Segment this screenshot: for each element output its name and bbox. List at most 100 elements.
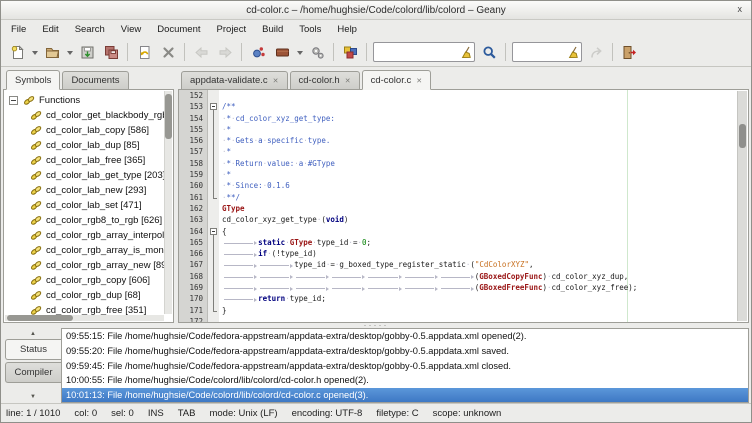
symbol-item[interactable]: cd_color_rgb_free [351] [4, 303, 164, 315]
scrollbar-thumb[interactable] [165, 94, 172, 139]
goto-line-entry-input[interactable] [516, 45, 568, 59]
sidebar-vertical-scrollbar[interactable] [164, 91, 172, 314]
code-line-156[interactable]: 156·*·Gets·a·specific·type. [179, 135, 738, 146]
code-line-166[interactable]: 166if·(!type_id) [179, 248, 738, 259]
code-line-162[interactable]: 162GType [179, 203, 738, 214]
tab-close-icon[interactable]: ✕ [416, 77, 422, 85]
message-tab-compiler[interactable]: Compiler [5, 362, 61, 383]
scrollbar-thumb[interactable] [7, 315, 73, 321]
status-message-row[interactable]: 09:55:20: File /home/hughsie/Code/fedora… [62, 344, 748, 359]
line-number[interactable]: 170 [179, 293, 208, 304]
symbol-item[interactable]: cd_color_rgb_dup [68] [4, 288, 164, 303]
line-number[interactable]: 157 [179, 146, 208, 157]
color-chooser-button[interactable] [338, 40, 362, 64]
symbol-item[interactable]: cd_color_rgb_array_interpolate [9 [4, 228, 164, 243]
save-all-button[interactable] [99, 40, 123, 64]
status-message-row[interactable]: 09:59:45: File /home/hughsie/Code/fedora… [62, 358, 748, 373]
sidebar-tab-symbols[interactable]: Symbols [6, 70, 60, 90]
fold-marker-icon[interactable] [208, 101, 219, 112]
line-number[interactable]: 154 [179, 113, 208, 124]
tree-root-functions[interactable]: Functions [4, 93, 164, 108]
symbol-item[interactable]: cd_color_lab_free [365] [4, 153, 164, 168]
new-file-button[interactable] [5, 40, 29, 64]
symbol-item[interactable]: cd_color_rgb8_to_rgb [626] [4, 213, 164, 228]
line-number[interactable]: 153 [179, 101, 208, 112]
code-line-167[interactable]: 167type_id·=·g_boxed_type_register_stati… [179, 259, 738, 270]
code-line-155[interactable]: 155·* [179, 124, 738, 135]
menu-item-build[interactable]: Build [254, 22, 291, 37]
line-number[interactable]: 161 [179, 192, 208, 203]
broom-icon[interactable] [568, 46, 579, 59]
tab-close-icon[interactable]: ✕ [345, 77, 351, 85]
code-line-168[interactable]: 168(GBoxedCopyFunc)·cd_color_xyz_dup, [179, 271, 738, 282]
tab-close-icon[interactable]: ✕ [273, 77, 279, 85]
code-line-172[interactable]: 172 [179, 316, 738, 322]
line-number[interactable]: 160 [179, 180, 208, 191]
code-line-170[interactable]: 170return·type_id; [179, 293, 738, 304]
symbol-item[interactable]: cd_color_rgb_array_new [896] [4, 258, 164, 273]
code-line-164[interactable]: 164{ [179, 226, 738, 237]
status-message-row[interactable]: 10:00:55: File /home/hughsie/Code/colord… [62, 373, 748, 388]
line-number[interactable]: 162 [179, 203, 208, 214]
line-number[interactable]: 168 [179, 271, 208, 282]
symbol-item[interactable]: cd_color_get_blackbody_rgb [99 [4, 108, 164, 123]
menu-item-tools[interactable]: Tools [291, 22, 329, 37]
open-file-button[interactable] [40, 40, 64, 64]
code-line-157[interactable]: 157·* [179, 146, 738, 157]
code-line-158[interactable]: 158·*·Return·value:·a·#GType [179, 158, 738, 169]
goto-line-button[interactable] [584, 40, 608, 64]
open-file-dropdown[interactable] [64, 40, 75, 64]
line-number[interactable]: 166 [179, 248, 208, 259]
symbol-item[interactable]: cd_color_lab_set [471] [4, 198, 164, 213]
code-line-153[interactable]: 153/** [179, 101, 738, 112]
menu-item-search[interactable]: Search [67, 22, 113, 37]
close-button[interactable] [156, 40, 180, 64]
menu-item-project[interactable]: Project [209, 22, 255, 37]
revert-button[interactable] [132, 40, 156, 64]
symbol-item[interactable]: cd_color_rgb_copy [606] [4, 273, 164, 288]
line-number[interactable]: 164 [179, 226, 208, 237]
sidebar-horizontal-scrollbar[interactable] [5, 315, 164, 321]
menu-item-help[interactable]: Help [329, 22, 365, 37]
line-number[interactable]: 152 [179, 90, 208, 101]
execute-button[interactable] [305, 40, 329, 64]
collapse-expander-icon[interactable] [9, 96, 18, 105]
new-file-dropdown[interactable] [29, 40, 40, 64]
editor-tab-appdata-validate-c[interactable]: appdata-validate.c✕ [181, 71, 288, 90]
search-button[interactable] [477, 40, 501, 64]
status-message-row[interactable]: 09:55:15: File /home/hughsie/Code/fedora… [62, 329, 748, 344]
line-number[interactable]: 169 [179, 282, 208, 293]
code-line-159[interactable]: 159·* [179, 169, 738, 180]
status-message-row[interactable]: 10:01:13: File /home/hughsie/Code/colord… [62, 388, 748, 403]
build-dropdown[interactable] [294, 40, 305, 64]
navigate-forward-button[interactable] [213, 40, 237, 64]
tab-scroll-down-icon[interactable]: ▼ [5, 392, 61, 402]
code-line-169[interactable]: 169(GBoxedFreeFunc)·cd_color_xyz_free); [179, 282, 738, 293]
search-entry-input[interactable] [377, 45, 461, 59]
goto-line-entry[interactable] [512, 42, 582, 62]
line-number[interactable]: 167 [179, 259, 208, 270]
line-number[interactable]: 172 [179, 316, 208, 322]
code-area[interactable]: 152153/**154·*·cd_color_xyz_get_type:155… [179, 90, 738, 322]
save-button[interactable] [75, 40, 99, 64]
editor-tab-cd-color-c[interactable]: cd-color.c✕ [362, 70, 432, 90]
menu-item-edit[interactable]: Edit [34, 22, 66, 37]
message-tab-status[interactable]: Status [5, 339, 61, 360]
line-number[interactable]: 165 [179, 237, 208, 248]
code-line-165[interactable]: 165static·GType·type_id·=·0; [179, 237, 738, 248]
menu-item-document[interactable]: Document [149, 22, 208, 37]
navigate-back-button[interactable] [189, 40, 213, 64]
editor-vertical-scrollbar[interactable] [737, 91, 747, 321]
symbol-item[interactable]: cd_color_lab_get_type [203] [4, 168, 164, 183]
build-button[interactable] [270, 40, 294, 64]
code-line-161[interactable]: 161·**/ [179, 192, 738, 203]
sidebar-tab-documents[interactable]: Documents [62, 71, 128, 90]
compile-button[interactable] [246, 40, 270, 64]
symbol-item[interactable]: cd_color_lab_new [293] [4, 183, 164, 198]
symbol-item[interactable]: cd_color_lab_dup [85] [4, 138, 164, 153]
scrollbar-thumb[interactable] [739, 124, 746, 148]
line-number[interactable]: 158 [179, 158, 208, 169]
menu-item-file[interactable]: File [3, 22, 34, 37]
line-number[interactable]: 155 [179, 124, 208, 135]
line-number[interactable]: 159 [179, 169, 208, 180]
